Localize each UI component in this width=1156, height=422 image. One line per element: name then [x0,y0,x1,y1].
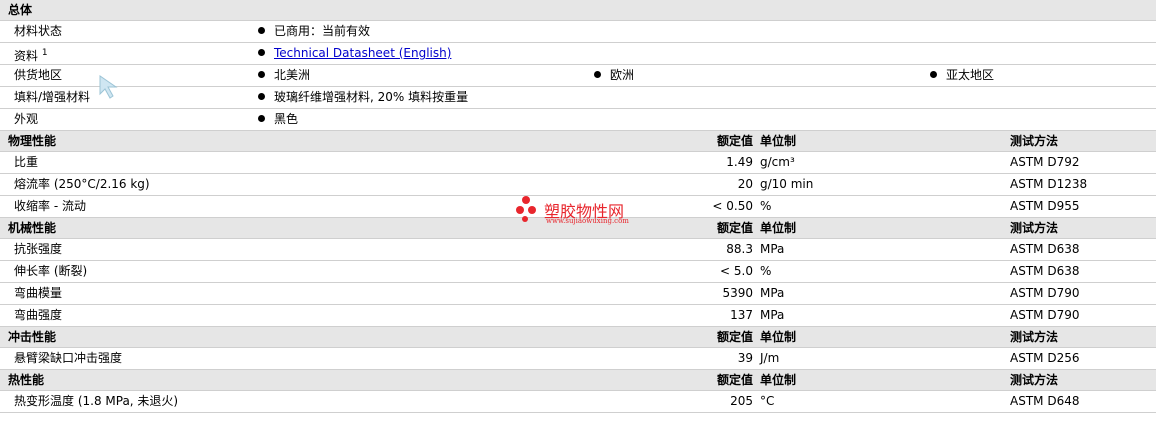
row-documents: 资料 1 Technical Datasheet (English) [0,43,1156,65]
section-header-impact: 冲击性能 额定值 单位制 测试方法 [0,327,1156,348]
table-row: 抗张强度 88.3 MPa ASTM D638 [0,239,1156,261]
row-value: 黑色 [274,112,299,126]
row-label: 弯曲强度 [14,308,63,322]
row-label: 熔流率 (250°C/2.16 kg) [14,177,150,191]
row-label: 热变形温度 (1.8 MPa, 未退火) [14,394,179,408]
row-method: ASTM D256 [1010,351,1080,365]
row-unit: g/10 min [760,177,814,191]
row-label: 外观 [14,112,39,126]
row-label: 材料状态 [14,24,63,38]
row-unit: % [760,264,772,278]
row-value: 1.49 [726,155,753,169]
row-method: ASTM D1238 [1010,177,1088,191]
row-value: 137 [730,308,753,322]
table-row: 弯曲模量 5390 MPa ASTM D790 [0,283,1156,305]
column-header-method: 测试方法 [1010,330,1059,344]
bullet-dot-icon [258,93,265,100]
table-row: 弯曲强度 137 MPa ASTM D790 [0,305,1156,327]
section-title: 热性能 [8,373,45,387]
column-header-value: 额定值 [716,134,753,148]
row-value: 88.3 [726,242,753,256]
section-header-thermal: 热性能 额定值 单位制 测试方法 [0,370,1156,391]
row-value: < 5.0 [720,264,753,278]
region-europe: 欧洲 [610,68,635,82]
row-label: 供货地区 [14,68,63,82]
region-north-america: 北美洲 [274,68,311,82]
footnote-marker: 1 [41,48,48,58]
row-label: 伸长率 (断裂) [14,264,88,278]
row-unit: MPa [760,286,785,300]
column-header-unit: 单位制 [760,134,797,148]
column-header-method: 测试方法 [1010,134,1059,148]
row-appearance: 外观 黑色 [0,109,1156,131]
row-method: ASTM D790 [1010,286,1080,300]
bullet-dot-icon [258,49,265,56]
row-value: 39 [737,351,753,365]
table-row: 熔流率 (250°C/2.16 kg) 20 g/10 min ASTM D12… [0,174,1156,196]
bullet-dot-icon [258,115,265,122]
watermark-logo: 塑胶物性网 www.sujiaowuxing.com [516,196,646,230]
column-header-value: 额定值 [716,373,753,387]
row-value: 20 [737,177,753,191]
row-unit: °C [760,394,775,408]
row-unit: MPa [760,308,785,322]
bullet-dot-icon [258,71,265,78]
row-method: ASTM D955 [1010,199,1080,213]
mouse-cursor-icon [99,75,118,99]
row-method: ASTM D790 [1010,308,1080,322]
row-value: 5390 [722,286,753,300]
column-header-value: 额定值 [716,330,753,344]
section-header-physical: 物理性能 额定值 单位制 测试方法 [0,131,1156,152]
column-header-unit: 单位制 [760,330,797,344]
row-unit: g/cm³ [760,155,795,169]
table-row: 悬臂梁缺口冲击强度 39 J/m ASTM D256 [0,348,1156,370]
bullet-dot-icon [594,71,601,78]
row-method: ASTM D638 [1010,242,1080,256]
section-title: 总体 [8,3,33,17]
row-filler: 填料/增强材料 玻璃纤维增强材料, 20% 填料按重量 [0,87,1156,109]
row-label: 悬臂梁缺口冲击强度 [14,351,123,365]
section-title: 机械性能 [8,221,57,235]
section-title: 冲击性能 [8,330,57,344]
row-value: 玻璃纤维增强材料, 20% 填料按重量 [274,90,469,104]
row-method: ASTM D792 [1010,155,1080,169]
column-header-value: 额定值 [716,221,753,235]
row-value: 205 [730,394,753,408]
bullet-dot-icon [258,27,265,34]
column-header-unit: 单位制 [760,373,797,387]
row-unit: J/m [760,351,780,365]
section-header-general: 总体 [0,0,1156,21]
row-label: 资料 [14,49,39,63]
section-title: 物理性能 [8,134,57,148]
row-method: ASTM D638 [1010,264,1080,278]
row-label: 抗张强度 [14,242,63,256]
table-row: 热变形温度 (1.8 MPa, 未退火) 205 °C ASTM D648 [0,391,1156,413]
row-value: < 0.50 [712,199,753,213]
logo-dots-icon [516,196,546,226]
table-row: 伸长率 (断裂) < 5.0 % ASTM D638 [0,261,1156,283]
row-value: 已商用：当前有效 [274,24,371,38]
watermark-url: www.sujiaowuxing.com [546,217,629,225]
row-label: 收缩率 - 流动 [14,199,86,213]
row-material-status: 材料状态 已商用：当前有效 [0,21,1156,43]
row-label: 填料/增强材料 [14,90,91,104]
region-asia-pacific: 亚太地区 [946,68,995,82]
row-method: ASTM D648 [1010,394,1080,408]
row-availability: 供货地区 北美洲 欧洲 亚太地区 [0,65,1156,87]
column-header-method: 测试方法 [1010,373,1059,387]
table-row: 比重 1.49 g/cm³ ASTM D792 [0,152,1156,174]
row-label: 弯曲模量 [14,286,63,300]
row-unit: MPa [760,242,785,256]
datasheet-table: 总体 材料状态 已商用：当前有效 资料 1 Technical Datashee… [0,0,1156,422]
technical-datasheet-link[interactable]: Technical Datasheet (English) [274,46,451,60]
column-header-method: 测试方法 [1010,221,1059,235]
column-header-unit: 单位制 [760,221,797,235]
row-label: 比重 [14,155,39,169]
bullet-dot-icon [930,71,937,78]
row-unit: % [760,199,772,213]
